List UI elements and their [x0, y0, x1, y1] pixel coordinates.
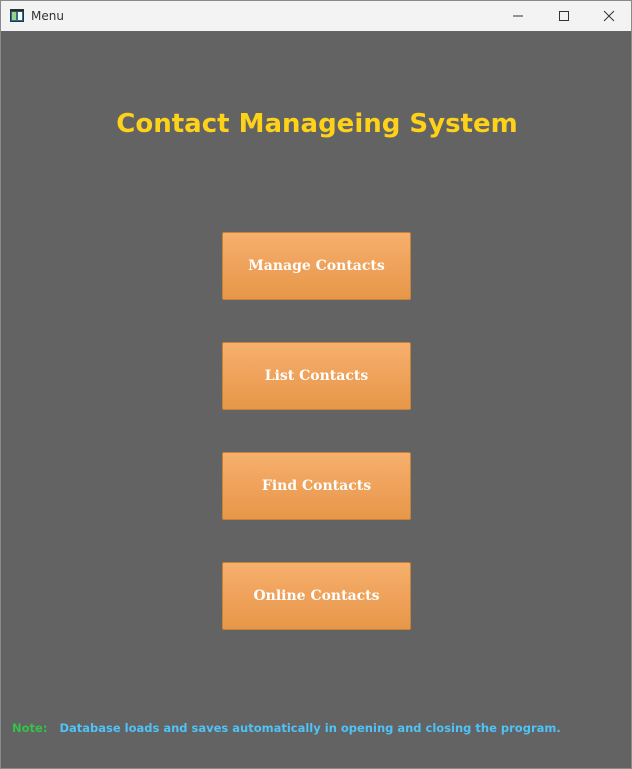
- footer-note: Note: Database loads and saves automatic…: [12, 720, 561, 736]
- manage-contacts-button[interactable]: Manage Contacts: [222, 232, 411, 300]
- close-icon: [603, 10, 615, 22]
- app-window-icon: [10, 9, 24, 22]
- find-contacts-button[interactable]: Find Contacts: [222, 452, 411, 520]
- note-label: Note:: [12, 721, 48, 735]
- maximize-button[interactable]: [541, 1, 587, 31]
- app-window: Menu Contact Manageing System Manage Con…: [0, 0, 632, 769]
- list-contacts-button[interactable]: List Contacts: [222, 342, 411, 410]
- main-panel: Contact Manageing System Manage Contacts…: [1, 31, 631, 768]
- minimize-icon: [513, 15, 523, 17]
- window-title: Menu: [31, 9, 64, 23]
- title-bar[interactable]: Menu: [1, 1, 631, 31]
- close-button[interactable]: [586, 1, 632, 31]
- online-contacts-button[interactable]: Online Contacts: [222, 562, 411, 630]
- minimize-button[interactable]: [495, 1, 541, 31]
- note-text: Database loads and saves automatically i…: [59, 721, 561, 735]
- page-title: Contact Manageing System: [116, 109, 518, 139]
- maximize-icon: [559, 11, 569, 21]
